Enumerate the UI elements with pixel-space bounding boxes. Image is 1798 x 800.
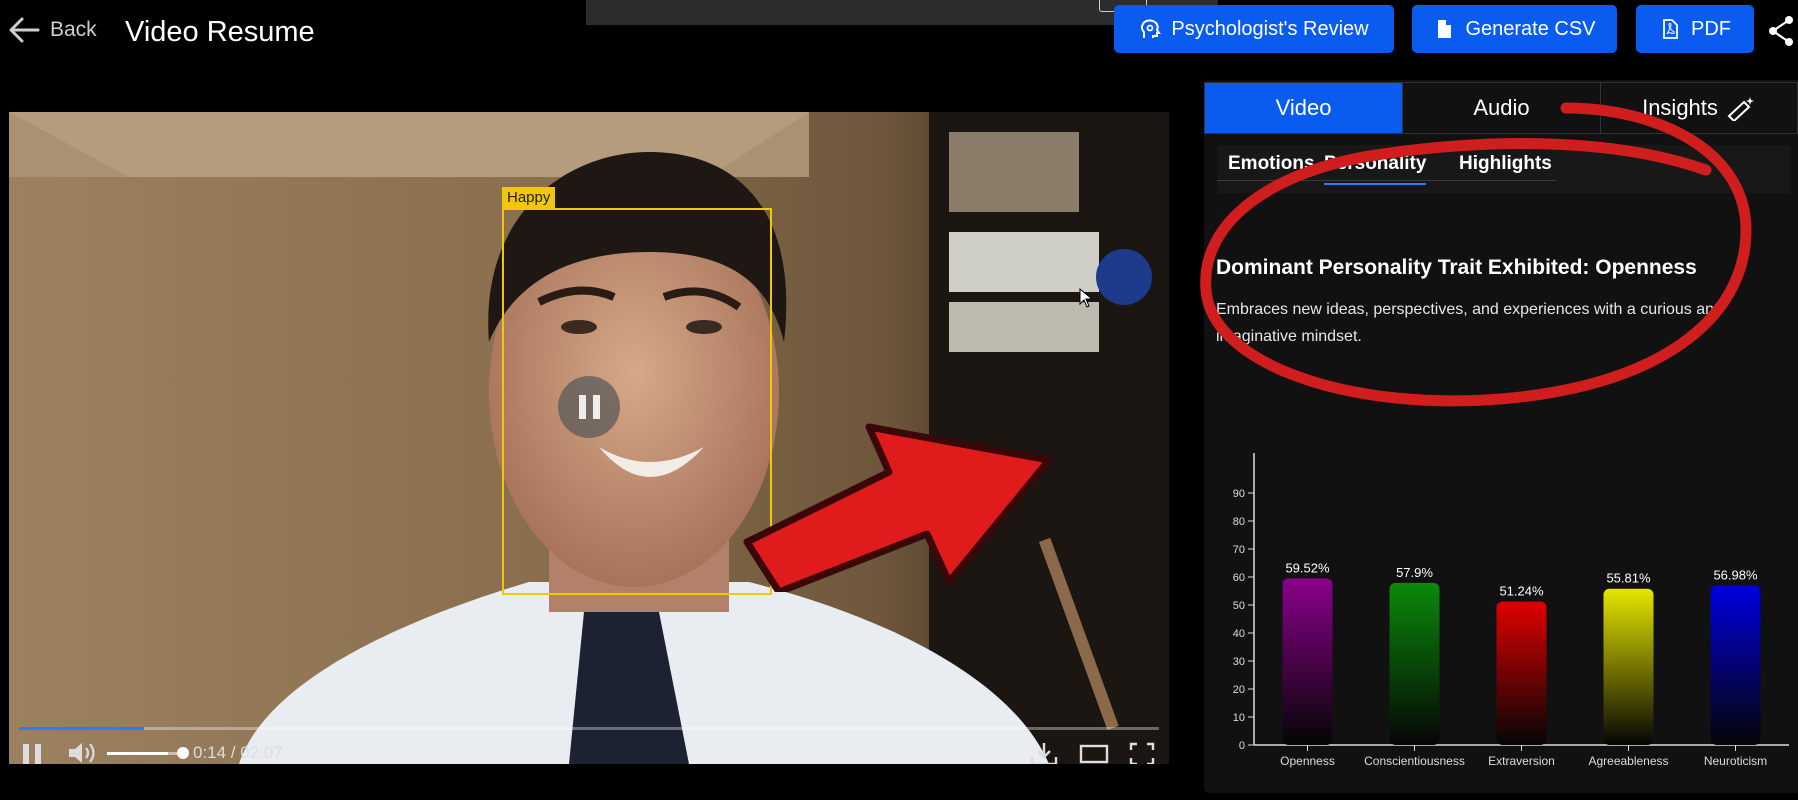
pdf-label: PDF: [1691, 17, 1731, 40]
share-icon[interactable]: [1766, 14, 1796, 48]
volume-icon[interactable]: [67, 742, 97, 764]
tab-audio[interactable]: Audio: [1403, 83, 1601, 133]
fullscreen-icon[interactable]: [1129, 742, 1155, 764]
bar-value-label: 59.52%: [1285, 560, 1330, 575]
tab-insights[interactable]: Insights: [1601, 83, 1797, 133]
emotion-detection-label: Happy: [502, 187, 556, 208]
video-progress-bar[interactable]: [19, 727, 1159, 730]
theater-mode-icon[interactable]: [1079, 742, 1109, 764]
y-tick-label: 0: [1239, 740, 1245, 752]
bar-neuroticism: [1710, 585, 1761, 745]
dominant-trait-heading: Dominant Personality Trait Exhibited: Op…: [1216, 256, 1697, 279]
pause-overlay-button[interactable]: [558, 376, 620, 438]
video-player[interactable]: Happy 0:14 / 02:07: [9, 112, 1169, 764]
pause-bar: [23, 744, 29, 764]
subtab-divider: [1217, 180, 1557, 181]
volume-fill: [107, 752, 169, 755]
volume-knob[interactable]: [177, 747, 189, 759]
bar-value-label: 56.98%: [1713, 567, 1758, 582]
pause-bar: [578, 395, 586, 419]
pause-bar: [592, 395, 600, 419]
file-icon: [1438, 20, 1452, 38]
x-tick-label: Agreeableness: [1588, 754, 1668, 768]
video-controls: 0:14 / 02:07: [9, 742, 1169, 764]
psychologist-review-label: Psychologist's Review: [1171, 17, 1369, 40]
download-icon[interactable]: [1029, 742, 1059, 764]
generate-csv-label: Generate CSV: [1465, 17, 1596, 40]
personality-bar-chart: 0 10 20 30 40 50 60 70 80 90 59.52% Openness 57.9% Co…: [1233, 453, 1789, 768]
y-tick-label: 10: [1233, 712, 1245, 724]
y-tick-label: 70: [1233, 544, 1245, 556]
bar-value-label: 55.81%: [1606, 571, 1651, 586]
y-tick-label: 30: [1233, 656, 1245, 668]
sparkle-icon: [1727, 97, 1754, 121]
red-arrow-annotation: [743, 423, 1053, 592]
main-tabs: Video Audio Insights: [1204, 82, 1798, 134]
insights-panel: Video Audio Insights Emotions Personalit…: [1200, 80, 1798, 793]
tab-video[interactable]: Video: [1205, 83, 1403, 133]
y-tick-label: 50: [1233, 600, 1245, 612]
pause-button[interactable]: [23, 744, 45, 764]
pdf-file-icon: [1663, 19, 1678, 39]
arrow-left-icon: [9, 17, 40, 43]
bar-value-label: 57.9%: [1396, 565, 1433, 580]
bar-conscientiousness: [1389, 582, 1440, 745]
time-display: 0:14 / 02:07: [193, 743, 283, 762]
sub-tabs: Emotions Personality Highlights: [1217, 145, 1791, 193]
x-tick-label: Extraversion: [1488, 754, 1555, 768]
x-tick-label: Openness: [1280, 754, 1335, 768]
y-tick-label: 90: [1233, 488, 1245, 500]
y-tick-label: 60: [1233, 572, 1245, 584]
x-tick-label: Conscientiousness: [1364, 754, 1465, 768]
psychologist-review-button[interactable]: Psychologist's Review: [1114, 5, 1394, 53]
pause-bar: [35, 744, 41, 764]
back-button[interactable]: Back: [8, 16, 97, 44]
x-tick-label: Neuroticism: [1704, 754, 1767, 768]
top-bar: Back Video Resume Psychologist's Review …: [0, 0, 1798, 70]
video-progress-fill: [19, 727, 145, 730]
bar-openness: [1282, 578, 1333, 745]
y-tick-label: 80: [1233, 516, 1245, 528]
generate-csv-button[interactable]: Generate CSV: [1412, 5, 1617, 53]
subtab-emotions[interactable]: Emotions: [1228, 153, 1315, 183]
dominant-trait-description: Embraces new ideas, perspectives, and ex…: [1216, 301, 1723, 345]
bar-agreeableness: [1603, 588, 1654, 745]
brain-gear-icon: [1141, 19, 1162, 38]
back-label: Back: [50, 18, 97, 41]
subtab-highlights[interactable]: Highlights: [1459, 153, 1552, 183]
y-tick-label: 20: [1233, 684, 1245, 696]
y-tick-label: 40: [1233, 628, 1245, 640]
tab-insights-label: Insights: [1642, 95, 1718, 120]
volume-slider[interactable]: [107, 752, 179, 755]
mouse-cursor-icon: [1079, 288, 1093, 308]
pdf-button[interactable]: PDF: [1636, 5, 1754, 53]
page-title: Video Resume: [125, 16, 315, 48]
face-detection-box: [502, 208, 772, 595]
bar-extraversion: [1496, 601, 1547, 745]
bar-value-label: 51.24%: [1499, 584, 1544, 599]
